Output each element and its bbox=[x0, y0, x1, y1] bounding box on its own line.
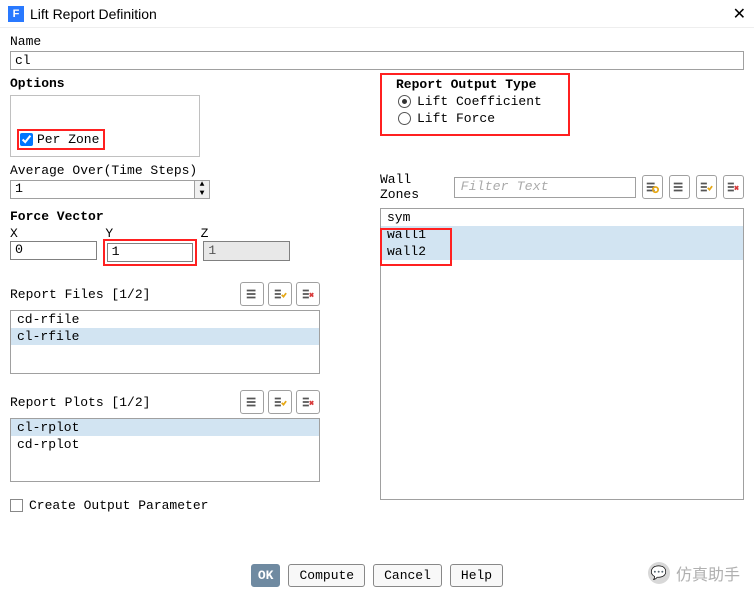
list-item[interactable]: cd-rplot bbox=[11, 436, 319, 453]
report-plots-help-icon[interactable] bbox=[240, 390, 264, 414]
list-item[interactable]: cd-rfile bbox=[11, 311, 319, 328]
name-label: Name bbox=[10, 34, 744, 49]
report-files-list[interactable]: cd-rfilecl-rfile bbox=[10, 310, 320, 374]
per-zone-label: Per Zone bbox=[37, 132, 99, 147]
options-box: Per Zone bbox=[10, 95, 200, 157]
create-output-label: Create Output Parameter bbox=[29, 498, 208, 513]
report-output-type-label: Report Output Type bbox=[396, 75, 554, 92]
report-files-select-all-icon[interactable] bbox=[268, 282, 292, 306]
wall-zones-select-all-icon[interactable] bbox=[696, 175, 717, 199]
fv-y-input[interactable] bbox=[107, 243, 194, 262]
report-plots-deselect-all-icon[interactable] bbox=[296, 390, 320, 414]
report-plots-select-all-icon[interactable] bbox=[268, 390, 292, 414]
report-output-option[interactable]: Lift Coefficient bbox=[398, 94, 554, 109]
app-icon: F bbox=[8, 6, 24, 22]
wall-zones-label: Wall Zones bbox=[380, 172, 448, 202]
help-button[interactable]: Help bbox=[450, 564, 503, 587]
fv-z-input: 1 bbox=[203, 241, 290, 261]
close-icon[interactable]: ✕ bbox=[733, 4, 746, 24]
titlebar: F Lift Report Definition ✕ bbox=[0, 0, 754, 28]
report-plots-label: Report Plots [1/2] bbox=[10, 395, 150, 410]
report-files-deselect-all-icon[interactable] bbox=[296, 282, 320, 306]
watermark: 💬 仿真助手 bbox=[648, 561, 740, 585]
wall-zone-item[interactable]: sym bbox=[381, 209, 743, 226]
wall-zones-help-icon[interactable] bbox=[669, 175, 690, 199]
options-label: Options bbox=[10, 76, 320, 91]
wall-zones-highlight bbox=[380, 228, 452, 266]
list-item[interactable]: cl-rfile bbox=[11, 328, 319, 345]
fv-z-label: Z bbox=[201, 226, 209, 241]
report-files-label: Report Files [1/2] bbox=[10, 287, 150, 302]
name-input[interactable] bbox=[10, 51, 744, 70]
report-files-help-icon[interactable] bbox=[240, 282, 264, 306]
window-title: Lift Report Definition bbox=[30, 6, 157, 22]
ok-button[interactable]: OK bbox=[251, 564, 281, 587]
list-item[interactable]: cl-rplot bbox=[11, 419, 319, 436]
report-output-type-box: Report Output Type Lift Coefficient Lift … bbox=[380, 73, 570, 136]
radio-label: Lift Coefficient bbox=[417, 94, 542, 109]
wall-zones-filter[interactable] bbox=[454, 177, 636, 198]
avg-label: Average Over(Time Steps) bbox=[10, 163, 320, 178]
report-output-option[interactable]: Lift Force bbox=[398, 111, 554, 126]
avg-input[interactable] bbox=[10, 180, 194, 199]
compute-button[interactable]: Compute bbox=[288, 564, 365, 587]
footer-buttons: OK Compute Cancel Help bbox=[0, 564, 754, 587]
wall-zones-deselect-all-icon[interactable] bbox=[723, 175, 744, 199]
radio-label: Lift Force bbox=[417, 111, 495, 126]
radio-icon[interactable] bbox=[398, 112, 411, 125]
cancel-button[interactable]: Cancel bbox=[373, 564, 442, 587]
fv-x-label: X bbox=[10, 226, 18, 241]
chat-icon: 💬 bbox=[648, 562, 670, 584]
create-output-checkbox[interactable] bbox=[10, 499, 23, 512]
wall-zones-filter-icon[interactable] bbox=[642, 175, 663, 199]
avg-spinner[interactable]: ▲ ▼ bbox=[10, 180, 210, 199]
fv-x-input[interactable] bbox=[10, 241, 97, 260]
per-zone-highlight: Per Zone bbox=[17, 129, 105, 150]
report-plots-list[interactable]: cl-rplotcd-rplot bbox=[10, 418, 320, 482]
radio-icon[interactable] bbox=[398, 95, 411, 108]
per-zone-checkbox[interactable] bbox=[20, 133, 33, 146]
force-vector-label: Force Vector bbox=[10, 209, 320, 224]
watermark-text: 仿真助手 bbox=[676, 561, 740, 585]
spinner-down-icon[interactable]: ▼ bbox=[195, 190, 209, 199]
